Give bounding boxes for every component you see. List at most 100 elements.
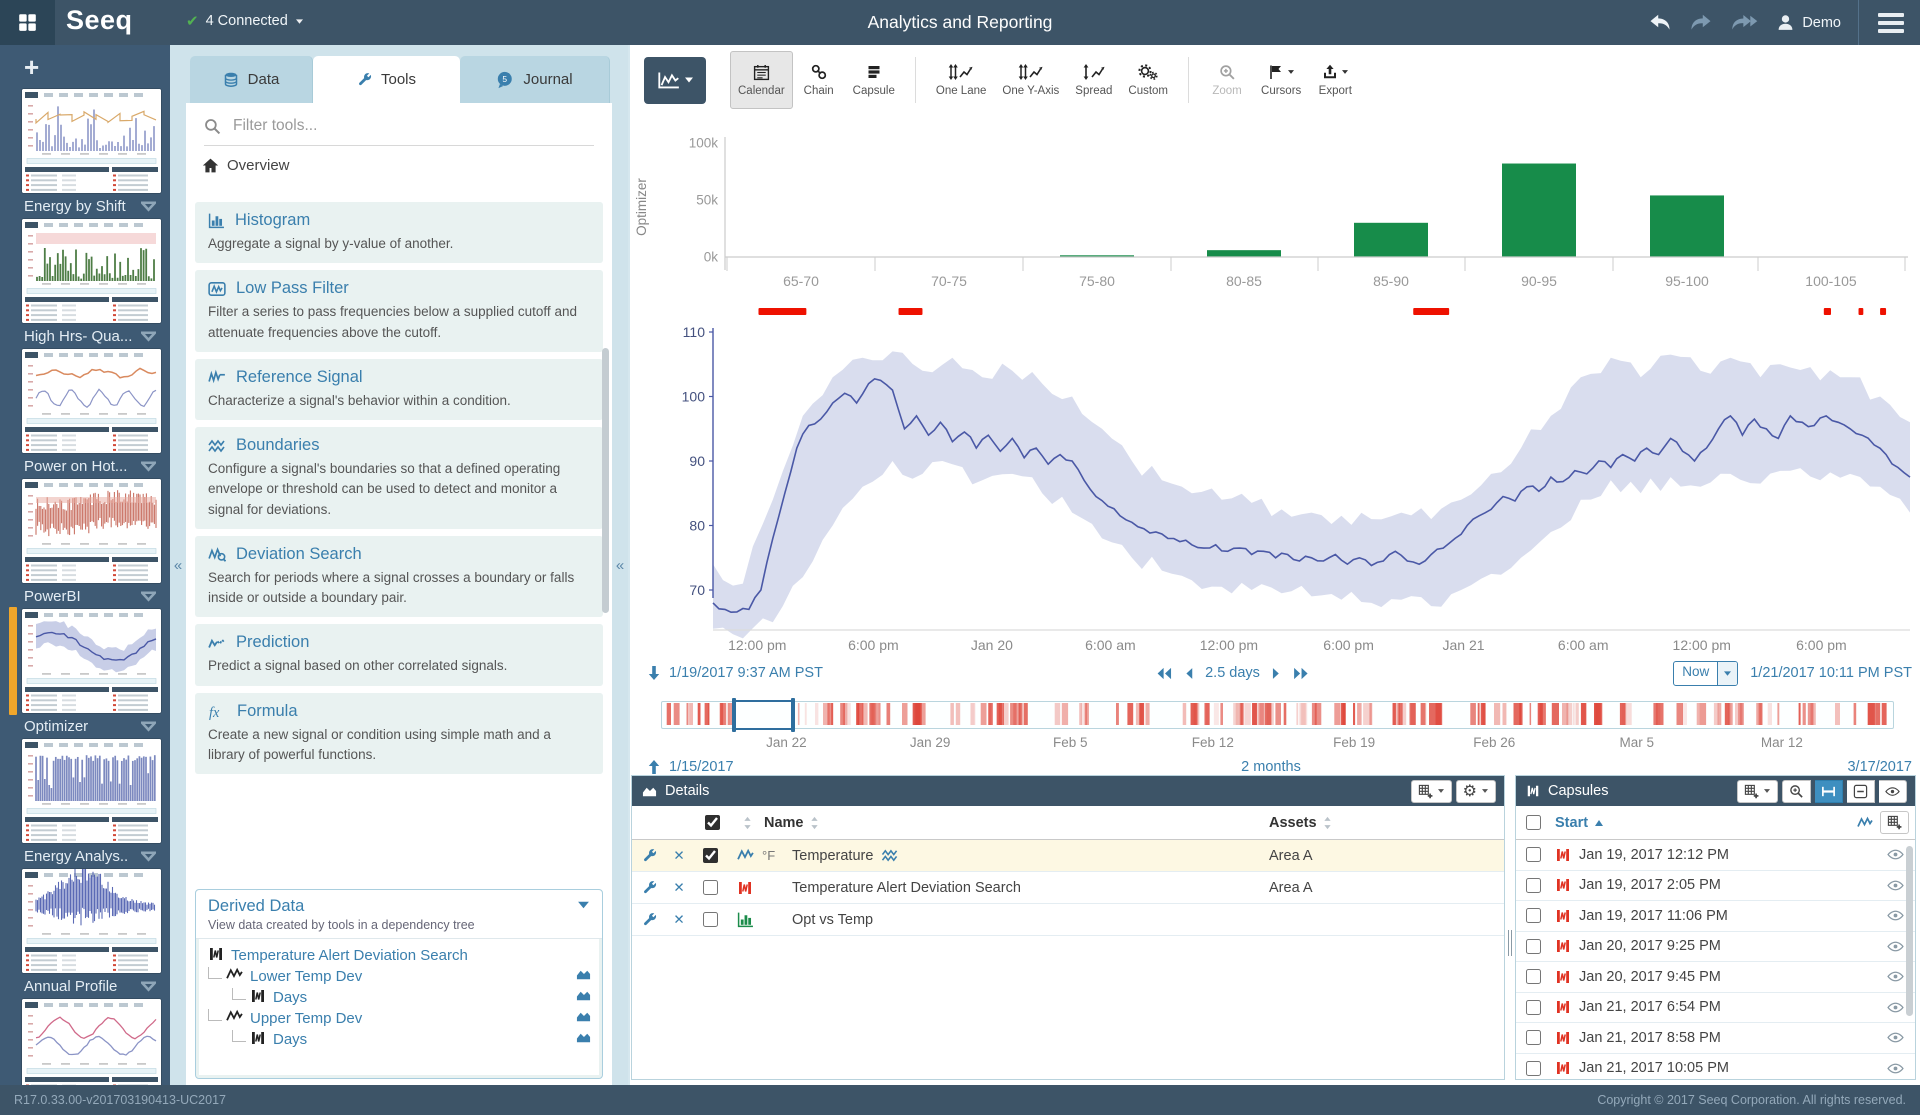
chevron-down-icon[interactable] (141, 331, 156, 342)
wrench-icon[interactable] (642, 912, 657, 927)
hamburger-menu-button[interactable] (1876, 9, 1906, 37)
tab-journal[interactable]: 5Journal (460, 56, 610, 103)
eye-icon[interactable] (1887, 938, 1904, 955)
worksheet-item-annual-profile[interactable]: Annual Profile (0, 869, 170, 999)
display-range-end[interactable]: 1/21/2017 10:11 PM PST (1750, 665, 1912, 681)
derived-data-header[interactable]: Derived Data View data created by tools … (196, 890, 602, 939)
area-icon[interactable] (575, 1009, 592, 1024)
tool-title[interactable]: Reference Signal (236, 368, 363, 387)
export-button[interactable]: Export (1309, 51, 1361, 109)
step-forward-much-icon[interactable] (1293, 667, 1310, 680)
worksheet-item-energy-analys[interactable]: Energy Analys.. (0, 739, 170, 869)
eye-icon[interactable] (1887, 846, 1904, 863)
worksheet-thumbnail[interactable] (22, 739, 161, 843)
spread-button[interactable]: Spread (1067, 51, 1120, 109)
redo-all-button[interactable] (1730, 13, 1759, 32)
worksheet-label[interactable]: Optimizer (24, 713, 156, 739)
area-icon[interactable] (575, 967, 592, 982)
item-name[interactable]: Temperature Alert Deviation Search (792, 880, 1021, 896)
worksheet-thumbnail[interactable] (22, 219, 161, 323)
worksheet-thumbnail[interactable] (22, 349, 161, 453)
capsules-zoom-button[interactable] (1782, 780, 1811, 803)
capsules-sort-start[interactable]: Start (1555, 815, 1604, 831)
overview-breadcrumb[interactable]: Overview (186, 146, 612, 182)
capsule-checkbox[interactable] (1526, 908, 1541, 923)
worksheet-item-powerbi[interactable]: PowerBI (0, 479, 170, 609)
eye-icon[interactable] (1887, 907, 1904, 924)
derived-tree-item[interactable]: Upper Temp Dev (208, 1008, 592, 1029)
capsules-add-column-button[interactable] (1737, 780, 1778, 803)
undo-button[interactable] (1648, 13, 1672, 32)
worksheet-label[interactable]: Power on Hot... (24, 453, 156, 479)
sidebar-collapse-strip[interactable]: « (170, 45, 186, 1085)
tool-card-reference-signal[interactable]: Reference SignalCharacterize a signal's … (195, 359, 603, 420)
optimizer-histogram-chart[interactable]: Optimizer0k50k100k65-7070-7575-8080-8585… (630, 115, 1912, 300)
details-sort-assets[interactable]: Assets (1269, 815, 1504, 831)
sort-icon[interactable] (810, 816, 819, 830)
chevron-down-icon[interactable] (141, 851, 156, 862)
remove-icon[interactable]: ✕ (673, 880, 684, 896)
redo-button[interactable] (1689, 13, 1713, 32)
details-select-all-checkbox[interactable] (705, 815, 720, 830)
capsule-row[interactable]: Jan 20, 2017 9:45 PM (1516, 962, 1915, 993)
tool-card-boundaries[interactable]: BoundariesConfigure a signal's boundarie… (195, 427, 603, 529)
details-row-checkbox[interactable] (703, 912, 718, 927)
derived-tree-item[interactable]: Days (208, 1029, 592, 1050)
capsule-checkbox[interactable] (1526, 1061, 1541, 1076)
wrench-icon[interactable] (642, 880, 657, 895)
sort-icon[interactable] (1323, 816, 1332, 830)
eye-icon[interactable] (1887, 1029, 1904, 1046)
worksheet-thumbnail[interactable] (22, 869, 161, 973)
tool-title[interactable]: Histogram (235, 211, 310, 230)
tool-title[interactable]: Boundaries (236, 436, 319, 455)
scrubber-selection-window[interactable] (732, 700, 795, 730)
capsule-checkbox[interactable] (1526, 1000, 1541, 1015)
chevron-down-icon[interactable] (577, 900, 590, 910)
arrow-up-icon[interactable] (648, 760, 660, 774)
tool-card-deviation-search[interactable]: Deviation SearchSearch for periods where… (195, 536, 603, 618)
worksheet-item-high-hrs-qua[interactable]: High Hrs- Qua... (0, 219, 170, 349)
chevron-down-icon[interactable] (141, 721, 156, 732)
details-settings-button[interactable]: ⚙ (1456, 780, 1496, 803)
chevron-down-icon[interactable] (141, 201, 156, 212)
details-sort-name[interactable]: Name (764, 815, 1269, 831)
tab-data[interactable]: Data (190, 56, 313, 103)
worksheet-thumbnail[interactable] (22, 479, 161, 583)
investigate-range-span[interactable]: 2 months (1241, 759, 1301, 775)
chevron-down-icon[interactable] (141, 591, 156, 602)
wrench-icon[interactable] (642, 848, 657, 863)
worksheet-thumbnail[interactable] (22, 609, 161, 713)
capsule-row[interactable]: Jan 19, 2017 12:12 PM (1516, 840, 1915, 871)
eye-icon[interactable] (1887, 999, 1904, 1016)
chevron-down-icon[interactable] (141, 981, 156, 992)
worksheet-label[interactable]: Energy Analys.. (24, 843, 156, 869)
scrubber-handle-left[interactable] (732, 698, 736, 732)
step-back-icon[interactable] (1184, 667, 1193, 680)
capsules-add-stat-button[interactable] (1880, 811, 1909, 834)
scrubber-handle-right[interactable] (791, 698, 795, 732)
capsule-row[interactable]: Jan 19, 2017 2:05 PM (1516, 871, 1915, 902)
arrow-down-icon[interactable] (648, 666, 660, 680)
tools-collapse-strip[interactable]: « (612, 45, 628, 1085)
one-y-axis-button[interactable]: One Y-Axis (994, 51, 1067, 109)
derived-item-label[interactable]: Lower Temp Dev (250, 968, 362, 985)
eye-icon[interactable] (1887, 877, 1904, 894)
display-range-start[interactable]: 1/19/2017 9:37 AM PST (669, 665, 823, 681)
chain-button[interactable]: Chain (793, 51, 845, 109)
filter-tools-input[interactable] (231, 116, 594, 136)
worksheet-label[interactable]: PowerBI (24, 583, 156, 609)
worksheet-item[interactable] (0, 999, 170, 1085)
calendar-button[interactable]: Calendar (730, 51, 793, 109)
worksheet-thumbnail[interactable] (22, 999, 161, 1085)
tool-card-prediction[interactable]: PredictionPredict a signal based on othe… (195, 624, 603, 685)
worksheet-label[interactable]: High Hrs- Qua... (24, 323, 156, 349)
capsule-row[interactable]: Jan 19, 2017 11:06 PM (1516, 901, 1915, 932)
custom-button[interactable]: Custom (1120, 51, 1176, 109)
time-scrubber[interactable] (661, 701, 1894, 729)
derived-item-label[interactable]: Days (273, 1031, 307, 1048)
worksheet-label[interactable]: Annual Profile (24, 973, 156, 999)
sort-icon[interactable] (743, 816, 752, 830)
tab-tools[interactable]: Tools (313, 56, 460, 103)
capsules-select-all-checkbox[interactable] (1526, 815, 1541, 830)
tool-title[interactable]: Prediction (236, 633, 309, 652)
